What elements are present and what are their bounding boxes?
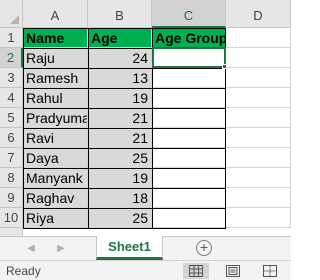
cell-d1[interactable] <box>226 28 291 48</box>
cell-d4[interactable] <box>226 88 291 108</box>
fill-handle[interactable] <box>222 64 227 69</box>
cell-a10[interactable]: Riya <box>23 208 88 228</box>
cell-a6[interactable]: Ravi <box>23 128 88 148</box>
cell-d10[interactable] <box>226 208 291 228</box>
cell-c5[interactable] <box>152 108 226 128</box>
cell-a7[interactable]: Daya <box>23 148 88 168</box>
cell-c9[interactable] <box>152 188 226 208</box>
cell-b2[interactable]: 24 <box>88 48 152 68</box>
cell-a3[interactable]: Ramesh <box>23 68 88 88</box>
cell-a5[interactable]: Pradyuman <box>23 108 88 128</box>
cell-c2[interactable] <box>152 48 226 68</box>
chevron-left-icon[interactable]: ◀ <box>24 241 38 255</box>
page-break-view-icon[interactable] <box>257 263 283 279</box>
cell-a8[interactable]: Manyank <box>23 168 88 188</box>
cell-d5[interactable] <box>226 108 291 128</box>
cell-c10[interactable] <box>152 208 226 228</box>
cell-a9[interactable]: Raghav <box>23 188 88 208</box>
row-header-10[interactable]: 10 <box>0 208 23 228</box>
cell-d7[interactable] <box>226 148 291 168</box>
row-header-3[interactable]: 3 <box>0 68 23 88</box>
cell-c6[interactable] <box>152 128 226 148</box>
row-header-6[interactable]: 6 <box>0 128 23 148</box>
cell-d2[interactable] <box>226 48 291 68</box>
sheet-tabs-bar: ◀ ▶ Sheet1 + <box>0 236 291 260</box>
cell-a4[interactable]: Rahul <box>23 88 88 108</box>
cell-d8[interactable] <box>226 168 291 188</box>
cell-c8[interactable] <box>152 168 226 188</box>
column-header-a[interactable]: A <box>23 0 88 28</box>
row-header-11-partial <box>0 228 23 236</box>
cell-b7[interactable]: 25 <box>88 148 152 168</box>
row-header-5[interactable]: 5 <box>0 108 23 128</box>
select-all-corner[interactable] <box>0 0 23 28</box>
cell-d9[interactable] <box>226 188 291 208</box>
column-header-c[interactable]: C <box>152 0 226 28</box>
normal-view-icon[interactable] <box>183 263 209 279</box>
row-header-4[interactable]: 4 <box>0 88 23 108</box>
cell-b4[interactable]: 19 <box>88 88 152 108</box>
cell-c1[interactable]: Age Group <box>152 28 226 48</box>
row-header-9[interactable]: 9 <box>0 188 23 208</box>
chevron-right-icon[interactable]: ▶ <box>54 241 68 255</box>
cell-b8[interactable]: 19 <box>88 168 152 188</box>
cell-a2[interactable]: Raju <box>23 48 88 68</box>
cell-b5[interactable]: 21 <box>88 108 152 128</box>
sheet-tab-sheet1[interactable]: Sheet1 <box>96 236 163 260</box>
row-header-7[interactable]: 7 <box>0 148 23 168</box>
cell-b6[interactable]: 21 <box>88 128 152 148</box>
row-header-1[interactable]: 1 <box>0 28 23 48</box>
column-header-b[interactable]: B <box>88 0 152 28</box>
row-header-8[interactable]: 8 <box>0 168 23 188</box>
column-header-d[interactable]: D <box>226 0 291 28</box>
cell-d3[interactable] <box>226 68 291 88</box>
status-bar: Ready <box>0 260 291 280</box>
row-header-2[interactable]: 2 <box>0 48 23 68</box>
cell-b3[interactable]: 13 <box>88 68 152 88</box>
cell-b10[interactable]: 25 <box>88 208 152 228</box>
select-all-triangle-icon <box>10 15 19 24</box>
page-layout-view-icon[interactable] <box>220 263 246 279</box>
cell-d6[interactable] <box>226 128 291 148</box>
status-text: Ready <box>6 264 41 278</box>
cell-b9[interactable]: 18 <box>88 188 152 208</box>
cell-c7[interactable] <box>152 148 226 168</box>
plus-circle-icon[interactable]: + <box>196 240 212 256</box>
cell-b1[interactable]: Age <box>88 28 152 48</box>
spreadsheet-grid[interactable]: A B C D 1 2 3 4 5 6 7 8 9 10 Name Age Ag… <box>0 0 291 236</box>
cell-c3[interactable] <box>152 68 226 88</box>
cell-a1[interactable]: Name <box>23 28 88 48</box>
cell-c4[interactable] <box>152 88 226 108</box>
